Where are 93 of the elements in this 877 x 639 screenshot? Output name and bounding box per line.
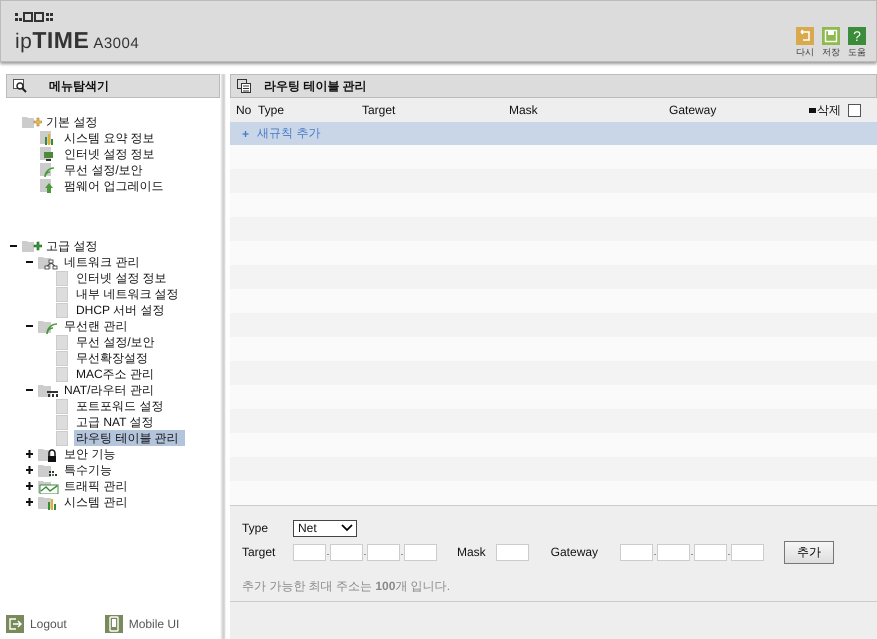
page-title: 라우팅 테이블 관리: [264, 78, 367, 94]
folder-wifi-icon: [38, 318, 60, 334]
ip-separator: .: [326, 547, 330, 557]
field-label: Mask: [457, 545, 486, 559]
model-name: A3004: [93, 35, 140, 52]
ip-separator: .: [400, 547, 404, 557]
input-field[interactable]: [404, 544, 437, 560]
tree-item[interactable]: 고급 NAT 설정: [74, 414, 156, 430]
folder-traffic-icon: [38, 478, 60, 494]
tree-item[interactable]: 시스템 요약 정보: [62, 130, 157, 146]
tree-item[interactable]: 네트워크 관리: [62, 254, 142, 270]
tree-item[interactable]: 고급 설정: [44, 238, 100, 254]
column-header: No: [236, 103, 252, 117]
column-header: Gateway: [669, 103, 718, 117]
field-label: Type: [242, 521, 270, 535]
column-header: Type: [258, 103, 286, 117]
field-label: Target: [242, 545, 276, 559]
input-field[interactable]: [694, 544, 728, 560]
wifi-icon: [40, 162, 56, 178]
input-field[interactable]: [293, 544, 326, 560]
logo-dots-icon: [15, 12, 55, 22]
tree-item[interactable]: 포트포워드 설정: [74, 398, 166, 414]
table-icon: [237, 79, 252, 93]
monitor-icon: [40, 146, 56, 162]
folder-network-icon: [38, 254, 60, 270]
expand-toggle[interactable]: [26, 482, 34, 490]
input-field[interactable]: [620, 544, 654, 560]
tree-item[interactable]: 무선랜 관리: [62, 318, 130, 334]
folder-router-icon: [38, 382, 60, 398]
page-icon: [56, 414, 68, 430]
return-arrow-icon: [798, 29, 812, 43]
collapse-toggle[interactable]: [10, 242, 18, 250]
folder-icon: [22, 115, 42, 129]
column-header: 삭제: [817, 102, 841, 118]
upload-icon: [40, 178, 56, 194]
tree-item[interactable]: 내부 네트워크 설정: [74, 286, 181, 302]
mobile-link[interactable]: Mobile UI: [104, 615, 180, 633]
column-header: Mask: [509, 103, 539, 117]
page-icon: [56, 398, 68, 414]
expand-toggle[interactable]: [26, 466, 34, 474]
minus-icon: [809, 108, 816, 112]
collapse-toggle[interactable]: [26, 322, 34, 330]
ip-separator: .: [653, 547, 658, 557]
logout-link[interactable]: Logout: [6, 615, 67, 633]
phone-icon: [104, 615, 123, 633]
add-button[interactable]: 추가: [784, 540, 834, 564]
ip-separator: .: [690, 547, 694, 557]
tree-item[interactable]: 무선 설정/보안: [74, 334, 157, 350]
tree-item[interactable]: 기본 설정: [44, 114, 100, 130]
tree-item[interactable]: 보안 기능: [62, 446, 118, 462]
sidebar-title: 메뉴탐색기: [49, 78, 109, 94]
tree-item[interactable]: NAT/라우터 관리: [62, 382, 156, 398]
collapse-toggle[interactable]: [26, 258, 34, 266]
expand-toggle[interactable]: [26, 498, 34, 506]
field-label: Gateway: [550, 545, 598, 559]
tree-item[interactable]: 인터넷 설정 정보: [62, 146, 157, 162]
tree-item[interactable]: DHCP 서버 설정: [74, 302, 166, 318]
brand-logo: ipTIME: [15, 27, 90, 54]
input-field[interactable]: [330, 544, 363, 560]
page-icon: [56, 286, 68, 302]
tree-item[interactable]: 무선 설정/보안: [62, 162, 145, 178]
select-all-checkbox[interactable]: [848, 104, 861, 116]
tree-item[interactable]: 라우팅 테이블 관리: [74, 430, 185, 446]
input-field[interactable]: [657, 544, 690, 560]
chart-icon: [40, 130, 56, 146]
page-icon: [56, 350, 68, 366]
search-icon: [13, 79, 29, 93]
collapse-toggle[interactable]: [26, 386, 34, 394]
ip-separator: .: [727, 547, 732, 557]
ip-separator: .: [363, 547, 367, 557]
input-field[interactable]: [731, 544, 764, 560]
tree-item[interactable]: 무선확장설정: [74, 350, 150, 366]
tree-item[interactable]: 특수기능: [62, 462, 114, 478]
page-icon: [56, 430, 68, 446]
tree-item[interactable]: 인터넷 설정 정보: [74, 270, 169, 286]
page-icon: [56, 302, 68, 318]
caret-icon: [341, 524, 353, 532]
page-icon: [56, 366, 68, 382]
tree-item[interactable]: 펌웨어 업그레이드: [62, 178, 166, 194]
type-select[interactable]: Net: [293, 520, 357, 536]
column-header: Target: [362, 103, 396, 117]
limit-note: 추가 가능한 최대 주소는 100개 입니다.: [242, 578, 452, 595]
exit-icon: [6, 615, 24, 633]
tree-item[interactable]: MAC주소 관리: [74, 366, 156, 382]
input-field[interactable]: [367, 544, 400, 560]
tree-item[interactable]: 시스템 관리: [62, 494, 130, 510]
page-icon: [56, 270, 68, 286]
expand-toggle[interactable]: [26, 450, 34, 458]
page-icon: [56, 334, 68, 350]
folder-grid-icon: [38, 462, 60, 478]
tree-item[interactable]: 트래픽 관리: [62, 478, 130, 494]
input-field[interactable]: [496, 544, 529, 560]
folder-icon: [22, 239, 42, 253]
